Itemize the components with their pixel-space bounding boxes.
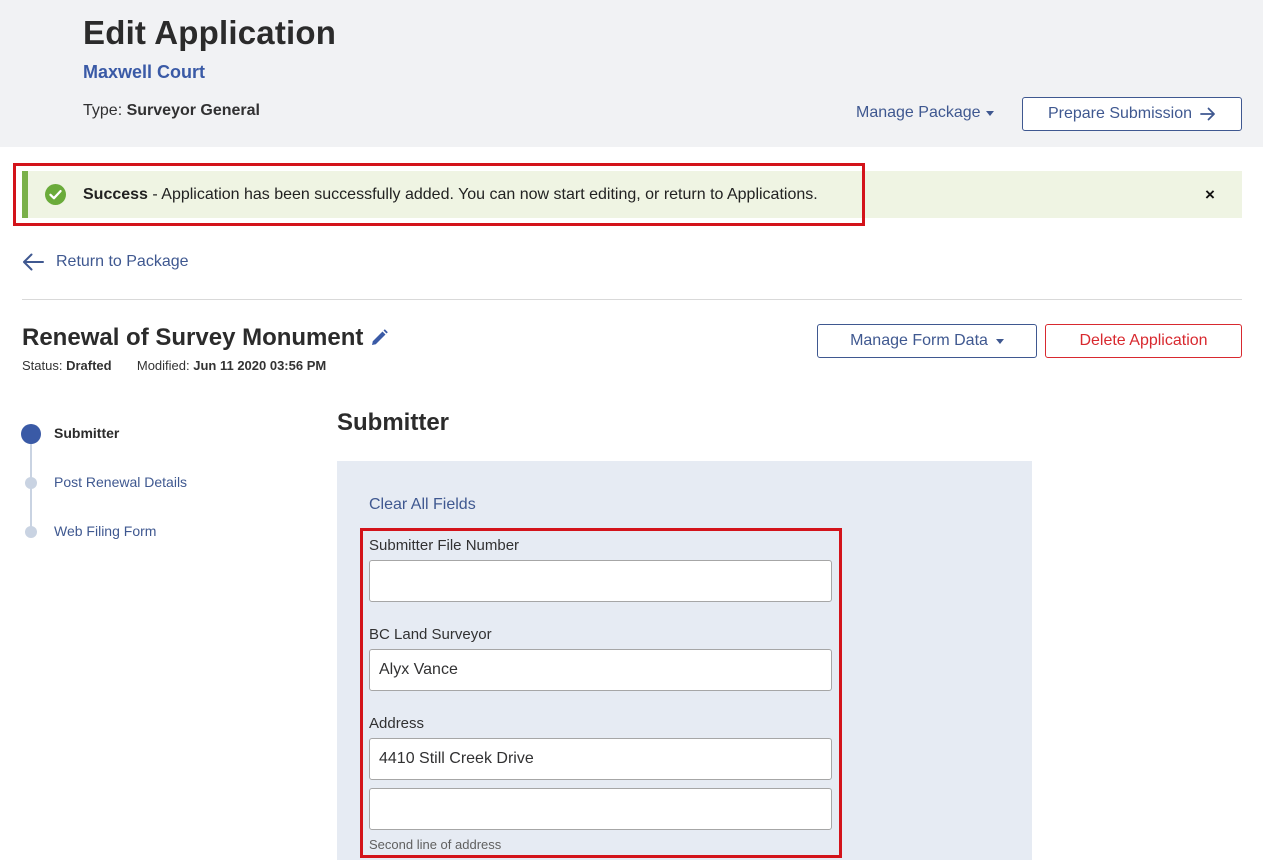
modified-value: Jun 11 2020 03:56 PM: [193, 358, 327, 373]
step-submitter[interactable]: Submitter: [54, 425, 119, 441]
arrow-right-icon: [1200, 107, 1215, 121]
application-title-text: Renewal of Survey Monument: [22, 324, 364, 351]
step-post-renewal-details[interactable]: Post Renewal Details: [54, 474, 187, 490]
address-line1-input[interactable]: [369, 738, 832, 780]
status-label: Status:: [22, 358, 63, 373]
address-label: Address: [369, 715, 425, 732]
check-circle-icon: [45, 184, 66, 205]
type-value: Surveyor General: [126, 102, 260, 119]
file-number-label: Submitter File Number: [369, 537, 520, 554]
alert-body: - Application has been successfully adde…: [147, 186, 818, 203]
address-line2-help: Second line of address: [369, 837, 502, 852]
caret-down-icon: [985, 111, 994, 116]
manage-package-dropdown[interactable]: Manage Package: [856, 104, 994, 122]
return-label: Return to Package: [56, 253, 189, 270]
step-dot-post-renewal: [25, 477, 37, 489]
delete-label: Delete Application: [1079, 332, 1208, 349]
application-type: Type: Surveyor General: [83, 102, 260, 120]
manage-package-label: Manage Package: [856, 104, 981, 121]
caret-down-icon: [995, 339, 1004, 344]
step-web-filing-form[interactable]: Web Filing Form: [54, 523, 156, 539]
alert-message: Success - Application has been successfu…: [83, 186, 818, 204]
divider: [22, 299, 1242, 300]
step-dot-submitter: [21, 424, 41, 444]
clear-all-fields-link[interactable]: Clear All Fields: [369, 496, 476, 514]
close-icon[interactable]: ×: [1205, 185, 1215, 205]
step-dot-web-filing: [25, 526, 37, 538]
return-to-package-link[interactable]: Return to Package: [22, 253, 189, 271]
modified-label: Modified:: [136, 358, 190, 373]
address-line2-input[interactable]: [369, 788, 832, 830]
application-status: Status: Drafted Modified: Jun 11 2020 03…: [22, 358, 326, 373]
package-name: Maxwell Court: [83, 62, 206, 82]
manage-form-data-button[interactable]: Manage Form Data: [817, 324, 1037, 358]
pencil-icon[interactable]: [369, 328, 389, 348]
status-value: Drafted: [66, 358, 112, 373]
prepare-submission-label: Prepare Submission: [1047, 105, 1193, 122]
type-label: Type:: [83, 102, 123, 119]
surveyor-label: BC Land Surveyor: [369, 626, 492, 643]
surveyor-input[interactable]: [369, 649, 832, 691]
arrow-left-icon: [23, 253, 44, 271]
section-title: Submitter: [337, 409, 450, 436]
alert-strong: Success: [83, 186, 148, 203]
manage-form-data-label: Manage Form Data: [850, 332, 988, 349]
file-number-input[interactable]: [369, 560, 832, 602]
delete-application-button[interactable]: Delete Application: [1045, 324, 1242, 358]
page-header: Edit Application Maxwell Court Type: Sur…: [0, 0, 1263, 147]
application-title: Renewal of Survey Monument: [22, 324, 389, 352]
page-title: Edit Application: [83, 14, 337, 51]
prepare-submission-button[interactable]: Prepare Submission: [1022, 97, 1242, 131]
